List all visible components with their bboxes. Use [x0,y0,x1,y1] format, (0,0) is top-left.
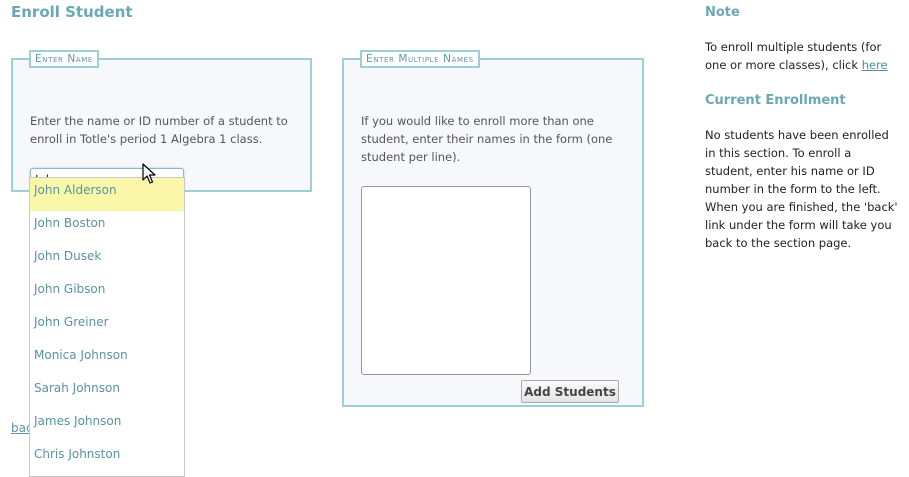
autocomplete-item[interactable]: James Johnson [30,409,184,442]
enter-name-panel: Enter Name Enter the name or ID number o… [11,50,312,192]
autocomplete-item[interactable]: John Dusek [30,244,184,277]
enter-multiple-names-panel: Enter Multiple Names If you would like t… [342,50,644,407]
autocomplete-item[interactable]: John Boston [30,211,184,244]
note-text: To enroll multiple students (for one or … [705,38,900,74]
multiple-names-textarea[interactable] [361,186,531,375]
note-section: Note To enroll multiple students (for on… [705,5,900,74]
current-enrollment-section: Current Enrollment No students have been… [705,93,900,252]
enter-multiple-names-legend: Enter Multiple Names [360,50,480,68]
autocomplete-item[interactable]: John Greiner [30,310,184,343]
enter-name-legend: Enter Name [29,50,99,68]
note-body: To enroll multiple students (for one or … [705,40,882,72]
autocomplete-item[interactable]: John Gibson [30,277,184,310]
autocomplete-item[interactable]: John Alderson [30,178,184,211]
mouse-pointer-icon [142,163,156,189]
autocomplete-item[interactable]: Sarah Johnson [30,376,184,409]
page-title: Enroll Student [11,3,133,21]
autocomplete-dropdown: John Alderson John Boston John Dusek Joh… [29,177,185,477]
autocomplete-item[interactable]: Chris Johnston [30,442,184,475]
autocomplete-item[interactable]: Monica Johnson [30,343,184,376]
current-enrollment-heading: Current Enrollment [705,93,846,108]
note-heading: Note [705,5,740,20]
add-students-button[interactable]: Add Students [521,380,619,403]
enter-name-help-text: Enter the name or ID number of a student… [30,114,288,146]
current-enrollment-text: No students have been enrolled in this s… [705,128,898,250]
enroll-multiple-link[interactable]: here [862,58,888,72]
enter-multiple-help-text: If you would like to enroll more than on… [361,114,613,164]
